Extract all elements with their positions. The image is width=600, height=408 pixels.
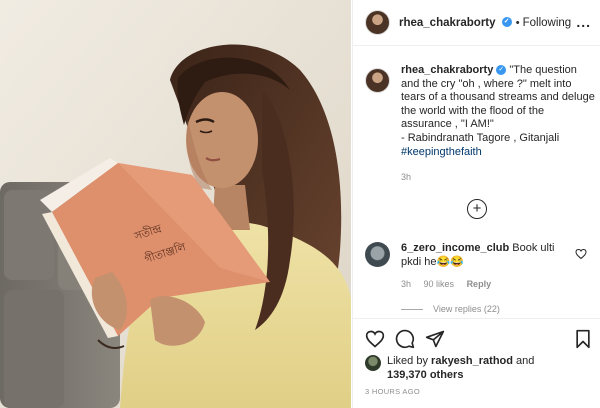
reply-button[interactable]: Reply xyxy=(467,279,492,289)
view-replies-label[interactable]: View replies (22) xyxy=(433,304,500,314)
caption-hashtag[interactable]: #keepingthefaith xyxy=(401,146,482,158)
separator-dot: • xyxy=(515,16,520,29)
comment-text: 6_zero_income_club Book ulti pkdi he😂😂 xyxy=(401,242,561,269)
likes-prefix: Liked by xyxy=(387,355,428,367)
view-replies-button[interactable]: View replies (22) xyxy=(401,304,500,314)
ellipsis-icon[interactable]: ... xyxy=(576,14,591,30)
liker-username[interactable]: rakyesh_rathod xyxy=(431,355,513,367)
verified-badge-icon: ✓ xyxy=(501,17,512,28)
caption-timestamp[interactable]: 3h xyxy=(401,171,595,185)
bookmark-icon[interactable] xyxy=(573,329,593,349)
caption-text: rhea_chakraborty ✓ "The question and the … xyxy=(401,64,595,185)
verified-badge-icon: ✓ xyxy=(496,65,507,76)
commenter-username[interactable]: 6_zero_income_club xyxy=(401,242,509,254)
caption-username[interactable]: rhea_chakraborty xyxy=(401,64,493,76)
replies-divider-line xyxy=(401,308,423,310)
post-timestamp[interactable]: 3 HOURS AGO xyxy=(365,387,420,396)
comment-time[interactable]: 3h xyxy=(401,279,411,289)
comment-icon[interactable] xyxy=(395,329,415,349)
post-side-panel: rhea_chakraborty ✓ • Following ... rhea_… xyxy=(352,0,600,408)
caption-avatar[interactable] xyxy=(365,68,390,93)
author-username[interactable]: rhea_chakraborty ✓ xyxy=(399,17,512,29)
likes-summary: Liked by rakyesh_rathod and 139,370 othe… xyxy=(365,355,591,382)
plus-circle-icon[interactable]: + xyxy=(467,199,487,219)
following-button[interactable]: Following xyxy=(523,17,572,29)
woman-reading-book-image: সতীন্দ্র গীতাঞ্জলি xyxy=(0,0,351,408)
likes-others-count[interactable]: 139,370 others xyxy=(387,369,463,381)
post-photo[interactable]: সতীন্দ্র গীতাঞ্জলি xyxy=(0,0,351,408)
liker-avatar[interactable] xyxy=(365,355,381,371)
author-username-text[interactable]: rhea_chakraborty xyxy=(399,17,496,29)
comment-heart-icon[interactable] xyxy=(575,248,587,260)
post-header: rhea_chakraborty ✓ • Following ... xyxy=(353,0,600,46)
likes-and: and xyxy=(516,355,535,367)
caption-attribution: - Rabindranath Tagore , Gitanjali xyxy=(401,131,560,144)
author-avatar[interactable] xyxy=(365,10,390,35)
comment-meta: 3h 90 likes Reply xyxy=(401,279,597,289)
commenter-avatar[interactable] xyxy=(365,242,390,267)
comment-likes[interactable]: 90 likes xyxy=(424,279,455,289)
comment: 6_zero_income_club Book ulti pkdi he😂😂 3… xyxy=(365,242,597,289)
caption: rhea_chakraborty ✓ "The question and the … xyxy=(365,64,595,185)
share-icon[interactable] xyxy=(425,329,445,349)
heart-icon[interactable] xyxy=(365,329,385,349)
